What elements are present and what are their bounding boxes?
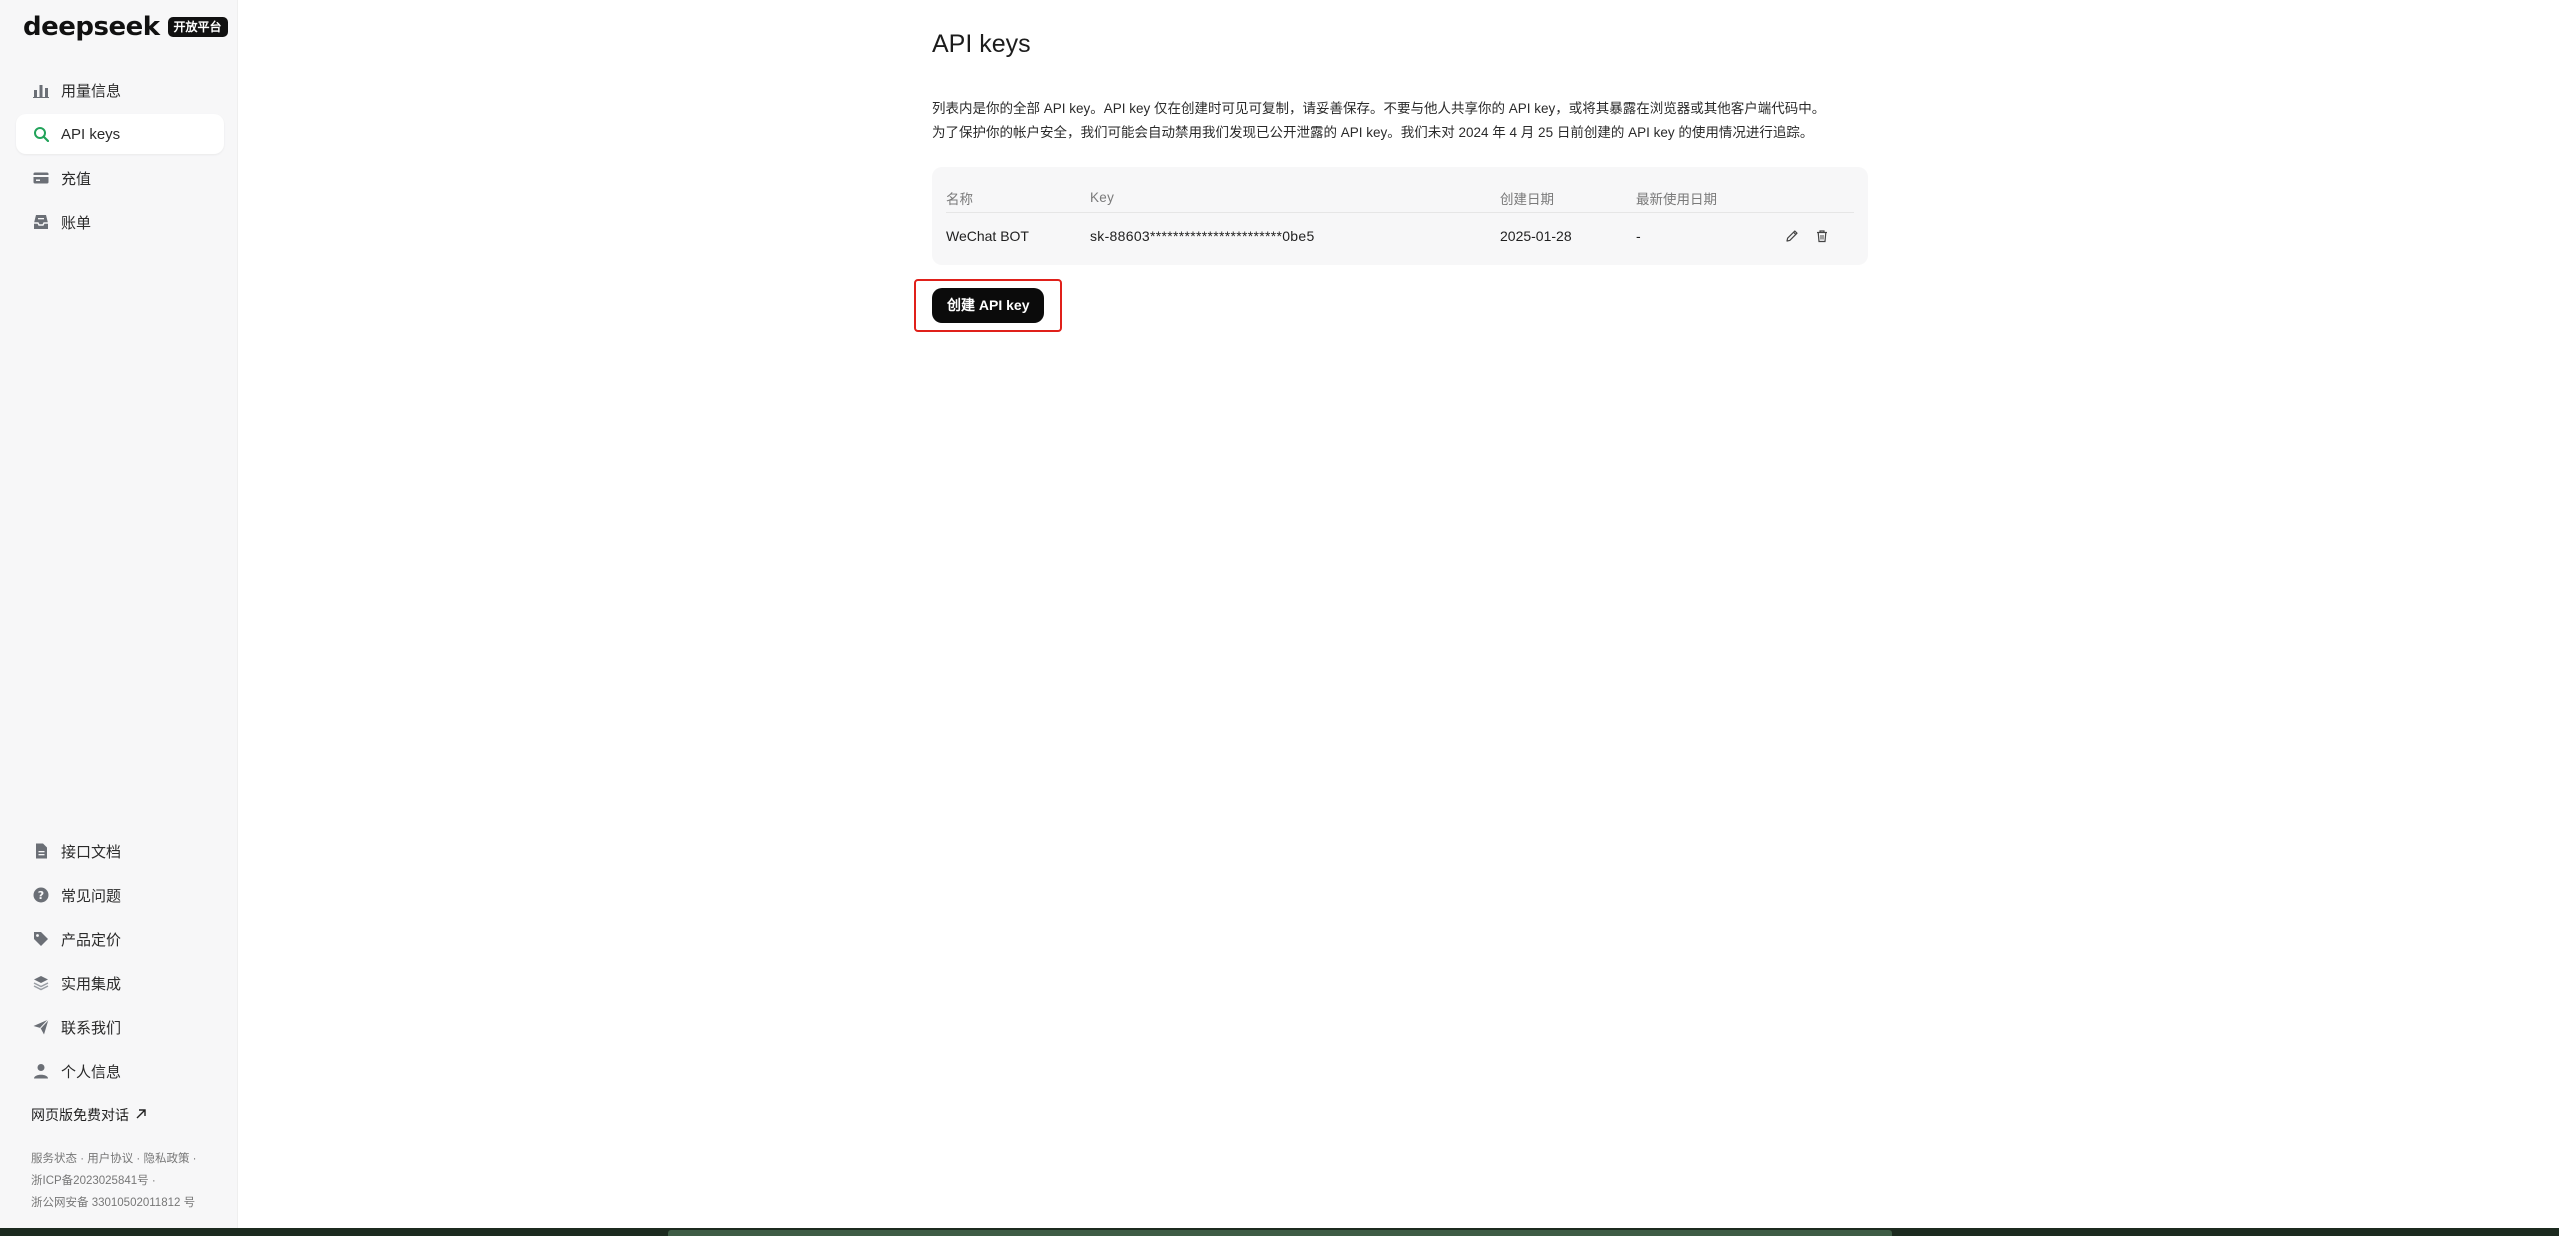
sidebar-item-integrations[interactable]: 实用集成 (16, 963, 224, 1003)
sidebar-item-label: 产品定价 (61, 931, 122, 949)
sidebar-item-label: 常见问题 (61, 887, 122, 905)
create-api-key-button[interactable]: 创建 API key (932, 288, 1045, 323)
sidebar-footer: 服务状态 · 用户协议 · 隐私政策 · 浙ICP备2023025841号 · … (31, 1153, 197, 1209)
created-date-cell: 2025-01-28 (1500, 228, 1572, 244)
sidebar-item-pricing[interactable]: 产品定价 (16, 919, 224, 959)
layers-icon (33, 975, 49, 991)
sidebar-item-label: 实用集成 (61, 975, 122, 993)
external-link-icon (135, 1107, 147, 1123)
document-icon (33, 843, 49, 859)
police-record-link[interactable]: 浙公网安备 33010502011812 号 (31, 1197, 195, 1209)
sidebar-item-label: 个人信息 (61, 1063, 122, 1081)
column-header-last-used: 最新使用日期 (1636, 191, 1717, 207)
brand-name: deepseek (23, 12, 160, 42)
sidebar-item-docs[interactable]: 接口文档 (16, 831, 224, 871)
sidebar-bottom-nav: 接口文档 ? 常见问题 产品定价 实用集成 联系我们 个人信息 (16, 831, 224, 1095)
table-row: WeChat BOT sk-88603*********************… (946, 214, 1854, 258)
sidebar-item-profile[interactable]: 个人信息 (16, 1051, 224, 1091)
column-header-key: Key (1090, 190, 1115, 205)
delete-icon[interactable] (1814, 228, 1830, 244)
sidebar-item-recharge[interactable]: 充值 (16, 158, 224, 198)
search-icon (33, 126, 49, 142)
edit-icon[interactable] (1784, 228, 1800, 244)
window-bottom-indicator (668, 1230, 1892, 1236)
sidebar-item-label: 充值 (61, 170, 92, 188)
web-chat-label: 网页版免费对话 (31, 1107, 129, 1123)
svg-text:?: ? (38, 889, 44, 902)
sidebar-item-api-keys[interactable]: API keys (16, 114, 224, 154)
app-window: deepseek 开放平台 用量信息 API keys 充值 账单 接口文档 ?… (0, 0, 2559, 1236)
page-title: API keys (932, 30, 1031, 58)
sidebar-item-faq[interactable]: ? 常见问题 (16, 875, 224, 915)
sidebar-item-label: 接口文档 (61, 843, 122, 861)
table-header: 名称 Key 创建日期 最新使用日期 (946, 183, 1854, 213)
row-actions (1772, 228, 1854, 244)
brand-badge: 开放平台 (167, 17, 228, 37)
bar-chart-icon (33, 82, 49, 98)
sidebar-item-label: API keys (61, 125, 121, 143)
sidebar-item-billing[interactable]: 账单 (16, 202, 224, 242)
api-keys-table: 名称 Key 创建日期 最新使用日期 WeChat BOT sk-88603**… (932, 167, 1868, 265)
user-agreement-link[interactable]: 用户协议 (87, 1153, 133, 1165)
key-value-cell: sk-88603***********************0be5 (1090, 228, 1315, 244)
sidebar-item-label: 账单 (61, 214, 92, 232)
sidebar-item-usage[interactable]: 用量信息 (16, 70, 224, 110)
description-line: 列表内是你的全部 API key。API key 仅在创建时可见可复制，请妥善保… (932, 101, 1826, 116)
key-name-cell: WeChat BOT (946, 228, 1029, 244)
wallet-icon (33, 170, 49, 186)
user-icon (33, 1063, 49, 1079)
sidebar-item-label: 用量信息 (61, 82, 122, 100)
column-header-name: 名称 (946, 191, 973, 207)
service-status-link[interactable]: 服务状态 (31, 1153, 77, 1165)
icp-link[interactable]: 浙ICP备2023025841号 (31, 1175, 149, 1187)
inbox-icon (33, 214, 49, 230)
send-icon (33, 1019, 49, 1035)
question-icon: ? (33, 887, 49, 903)
sidebar-item-contact[interactable]: 联系我们 (16, 1007, 224, 1047)
last-used-cell: - (1636, 228, 1641, 244)
sidebar: deepseek 开放平台 用量信息 API keys 充值 账单 接口文档 ?… (0, 0, 238, 1228)
page-description: 列表内是你的全部 API key。API key 仅在创建时可见可复制，请妥善保… (932, 97, 1872, 145)
sidebar-item-label: 联系我们 (61, 1019, 122, 1037)
column-header-created: 创建日期 (1500, 191, 1554, 207)
description-line: 为了保护你的帐户安全，我们可能会自动禁用我们发现已公开泄露的 API key。我… (932, 125, 1814, 140)
brand-logo[interactable]: deepseek 开放平台 (23, 12, 228, 42)
sidebar-nav: 用量信息 API keys 充值 账单 (16, 70, 224, 246)
privacy-policy-link[interactable]: 隐私政策 (143, 1153, 189, 1165)
tag-icon (33, 931, 49, 947)
web-chat-link[interactable]: 网页版免费对话 (31, 1105, 147, 1125)
